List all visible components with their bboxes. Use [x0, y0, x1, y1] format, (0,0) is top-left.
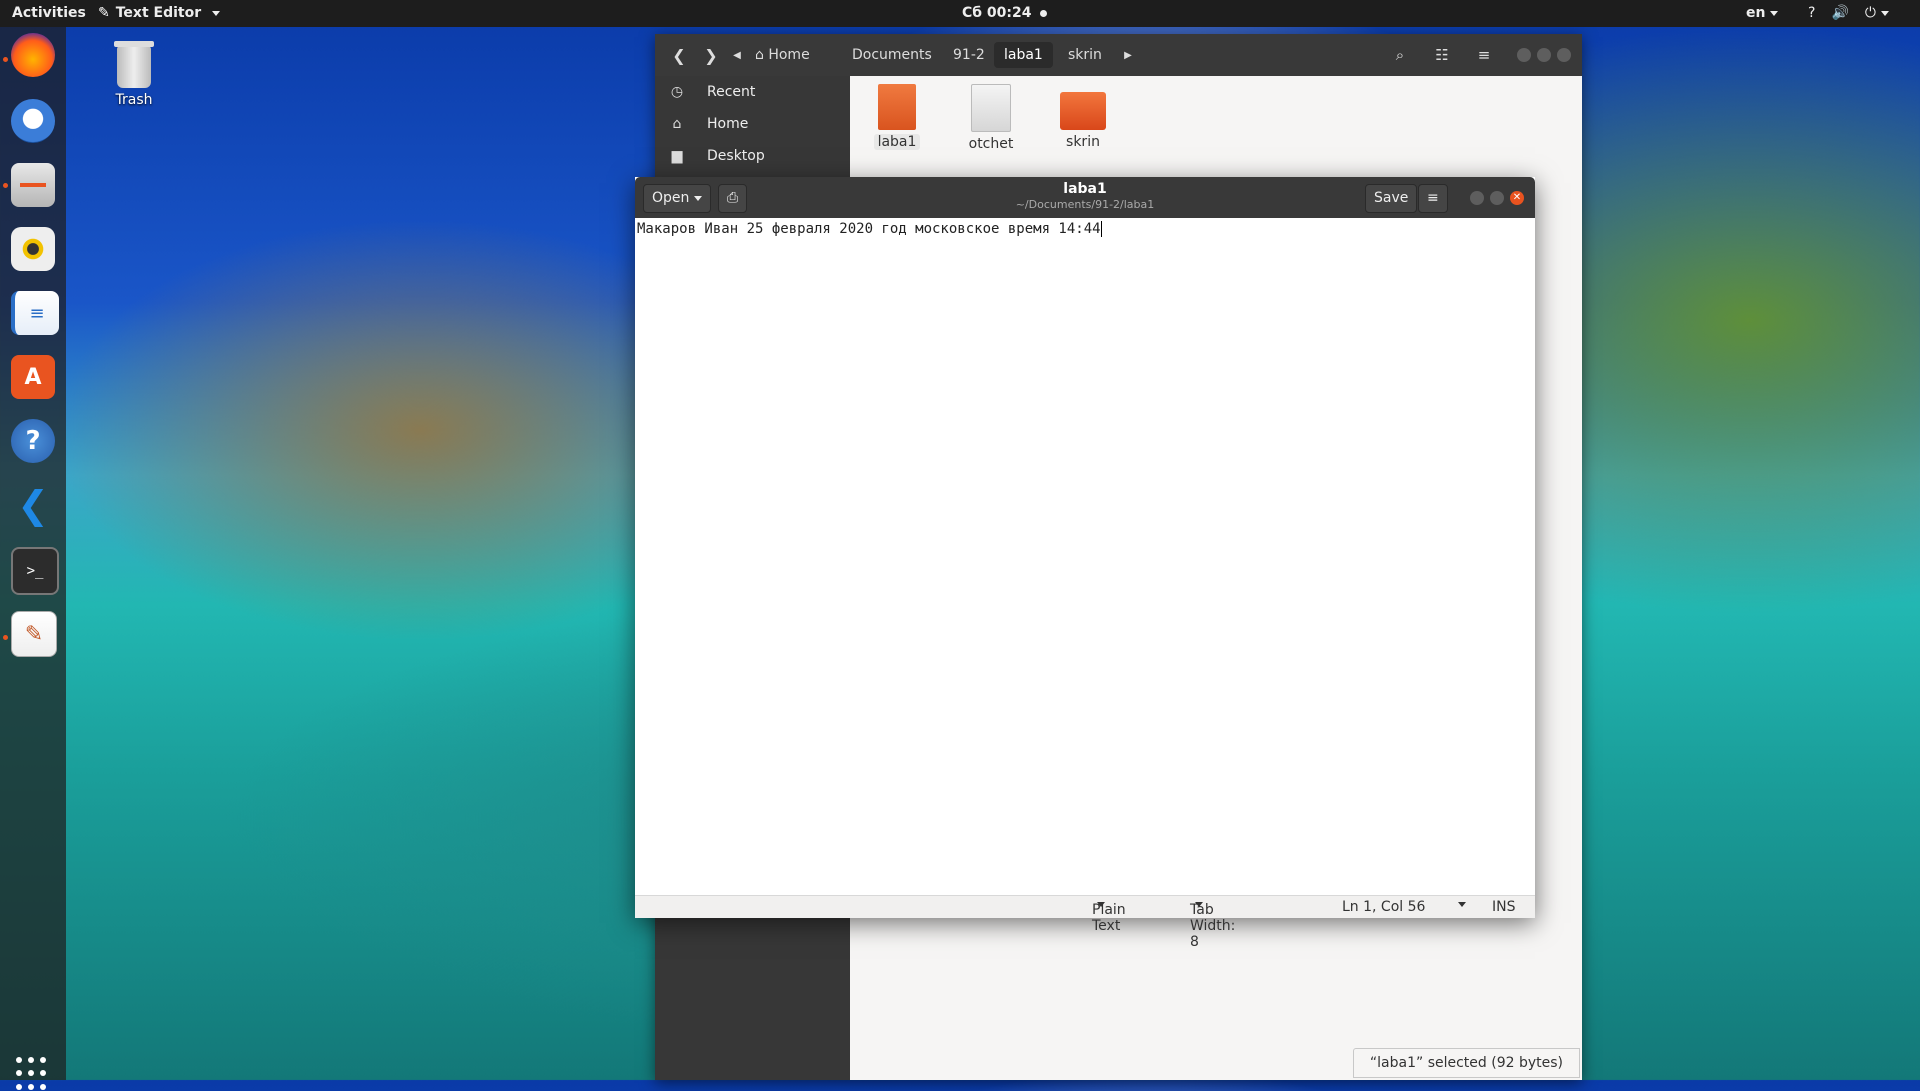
clock-icon: ◷	[670, 84, 684, 100]
back-button[interactable]: ❮	[665, 41, 693, 69]
menu-button[interactable]: ≡	[1469, 42, 1499, 68]
power-icon: ⏻	[1865, 5, 1889, 21]
clock-label: Сб 00:24	[962, 5, 1032, 21]
close-icon: ✕	[1512, 192, 1522, 203]
file-label: skrin	[1066, 134, 1100, 150]
sidebar-item-desktop[interactable]: ▆ Desktop	[655, 140, 850, 172]
text-file-icon	[878, 84, 916, 130]
ubuntu-software-icon[interactable]: A	[11, 355, 55, 399]
system-tray[interactable]: ? 🔊 ⏻	[1808, 5, 1889, 21]
text-cursor	[1100, 221, 1102, 237]
folder-icon: ▆	[671, 148, 683, 164]
hamburger-icon: ≡	[1477, 46, 1491, 64]
file-item-skrin[interactable]: skrin	[1043, 84, 1123, 150]
activities-button[interactable]: Activities	[12, 5, 86, 21]
folder-icon	[1060, 92, 1106, 130]
cursor-position[interactable]: Ln 1, Col 56	[1342, 899, 1425, 915]
view-options-button[interactable]: ☷	[1427, 42, 1457, 68]
trash-desktop-icon[interactable]: Trash	[104, 41, 164, 108]
text-editor-icon[interactable]: ✎	[11, 611, 57, 657]
trash-icon	[114, 41, 154, 88]
dock: ≡ A ? ❮ >_ ✎	[0, 27, 66, 1090]
text-editor-headerbar: Open ⎙ laba1 ~/Documents/91-2/laba1 Save…	[635, 177, 1535, 218]
sidebar-item-recent[interactable]: ◷ Recent	[655, 76, 850, 108]
libreoffice-writer-icon[interactable]: ≡	[11, 291, 59, 335]
text-editor-window: Open ⎙ laba1 ~/Documents/91-2/laba1 Save…	[635, 177, 1535, 950]
running-indicator	[3, 183, 8, 188]
search-button[interactable]: ⌕	[1385, 42, 1415, 68]
chevron-down-icon	[1458, 902, 1466, 907]
vscode-icon[interactable]: ❮	[11, 483, 55, 527]
text-editor-app-icon: ✎	[98, 5, 110, 21]
sidebar-item-label: Recent	[707, 84, 756, 100]
sidebar-item-label: Desktop	[707, 148, 765, 164]
chevron-down-icon	[1195, 902, 1203, 907]
text-line-1: Макаров Иван 25 февраля 2020 год московс…	[637, 221, 1101, 237]
breadcrumb-home[interactable]: ⌂ Home	[745, 42, 820, 68]
chevron-down-icon	[1770, 10, 1779, 16]
breadcrumb-left-arrow-icon[interactable]: ◀	[729, 41, 745, 69]
insert-mode[interactable]: INS	[1492, 899, 1516, 915]
text-editor-statusbar: Plain Text Tab Width: 8 Ln 1, Col 56 INS	[635, 895, 1535, 950]
chevron-down-icon	[1097, 902, 1105, 907]
breadcrumb-laba1[interactable]: laba1	[994, 42, 1053, 68]
text-content[interactable]: Макаров Иван 25 февраля 2020 год московс…	[637, 221, 1102, 237]
file-item-laba1[interactable]: laba1	[857, 84, 937, 150]
forward-button[interactable]: ❯	[697, 41, 725, 69]
text-view[interactable]: Макаров Иван 25 февраля 2020 год московс…	[635, 218, 1535, 895]
chevron-down-icon	[212, 10, 221, 16]
file-manager-headerbar: ❮ ❯ ◀ ⌂ Home Documents 91-2 laba1 skrin …	[655, 34, 1582, 76]
selection-status: “laba1” selected (92 bytes)	[1352, 1048, 1580, 1078]
running-indicator	[3, 57, 8, 62]
window-controls	[1517, 48, 1571, 62]
minimize-button[interactable]	[1517, 48, 1531, 62]
terminal-icon[interactable]: >_	[11, 547, 59, 595]
breadcrumb-right-arrow-icon[interactable]: ▶	[1120, 41, 1136, 69]
hamburger-icon: ≡	[1427, 190, 1439, 206]
network-icon: ?	[1808, 5, 1816, 21]
language-indicator[interactable]: en	[1746, 5, 1779, 21]
menu-button[interactable]: ≡	[1418, 184, 1448, 213]
sidebar-item-home[interactable]: ⌂ Home	[655, 108, 850, 140]
save-button[interactable]: Save	[1365, 184, 1418, 213]
document-icon	[971, 84, 1011, 132]
show-applications-icon[interactable]	[16, 1057, 50, 1091]
files-icon[interactable]	[11, 163, 55, 207]
app-menu-label: Text Editor	[115, 5, 202, 21]
volume-icon: 🔊	[1831, 5, 1849, 21]
clock[interactable]: Сб 00:24	[962, 5, 1048, 21]
search-icon: ⌕	[1395, 46, 1405, 64]
sidebar-item-label: Home	[707, 116, 749, 132]
thunderbird-icon[interactable]	[11, 99, 55, 143]
file-label: otchet	[968, 136, 1014, 152]
maximize-button[interactable]	[1490, 191, 1504, 205]
home-icon: ⌂	[755, 47, 769, 63]
help-icon[interactable]: ?	[11, 419, 55, 463]
minimize-button[interactable]	[1470, 191, 1484, 205]
running-indicator	[3, 635, 8, 640]
breadcrumb-documents[interactable]: Documents	[842, 42, 942, 68]
breadcrumb-skrin[interactable]: skrin	[1058, 42, 1112, 68]
close-button[interactable]	[1557, 48, 1571, 62]
top-bar: Activities ✎ Text Editor Сб 00:24 en ? 🔊…	[0, 0, 1920, 27]
app-menu[interactable]: ✎ Text Editor	[98, 5, 221, 21]
notification-dot-icon	[1040, 9, 1048, 17]
language-label: en	[1746, 5, 1766, 21]
maximize-button[interactable]	[1537, 48, 1551, 62]
trash-label: Trash	[115, 92, 153, 108]
file-label: laba1	[873, 134, 921, 150]
home-icon: ⌂	[672, 116, 682, 132]
list-view-icon: ☷	[1435, 46, 1449, 64]
firefox-icon[interactable]	[11, 33, 55, 77]
file-item-otchet[interactable]: otchet	[951, 84, 1031, 152]
close-button[interactable]: ✕	[1510, 191, 1524, 205]
breadcrumb-91-2[interactable]: 91-2	[943, 42, 995, 68]
rhythmbox-icon[interactable]	[11, 227, 55, 271]
